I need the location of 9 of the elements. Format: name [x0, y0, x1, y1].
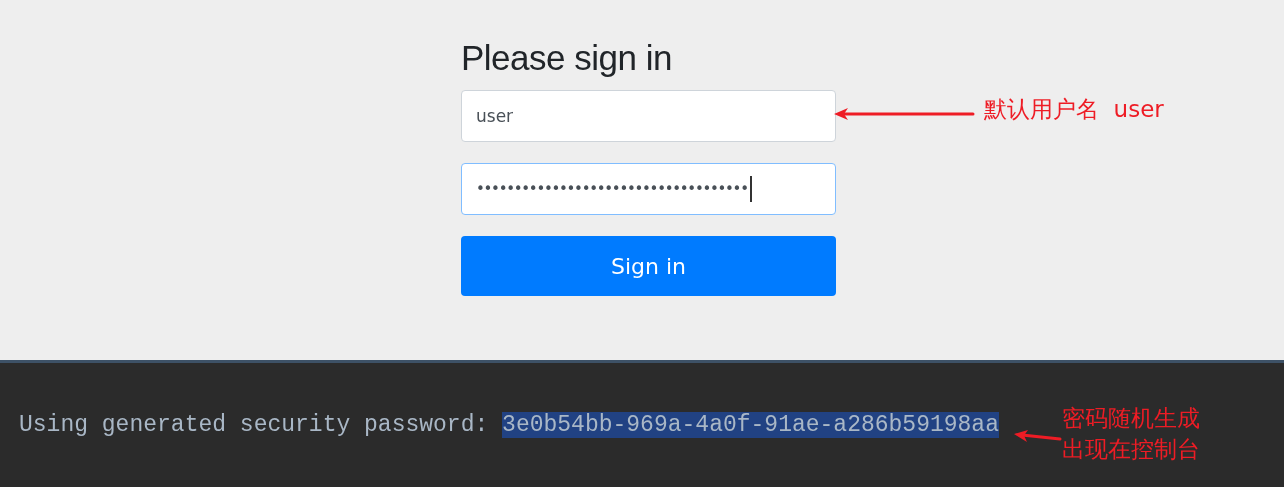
username-field[interactable]: user — [461, 90, 836, 142]
arrow — [1014, 429, 1062, 443]
password-field[interactable]: •••••••••••••••••••••••••••••••••••• — [461, 163, 836, 215]
annotation-text: 密码随机生成出现在控制台 — [1062, 404, 1200, 464]
generated-password: 3e0b54bb-969a-4a0f-91ae-a286b59198aa — [502, 412, 999, 438]
console-label: Using generated security password: — [19, 412, 490, 438]
annotation-text: 默认用户名 user — [984, 95, 1164, 124]
sign-in-button[interactable]: Sign in — [461, 236, 836, 296]
form-title: Please sign in — [461, 37, 673, 79]
